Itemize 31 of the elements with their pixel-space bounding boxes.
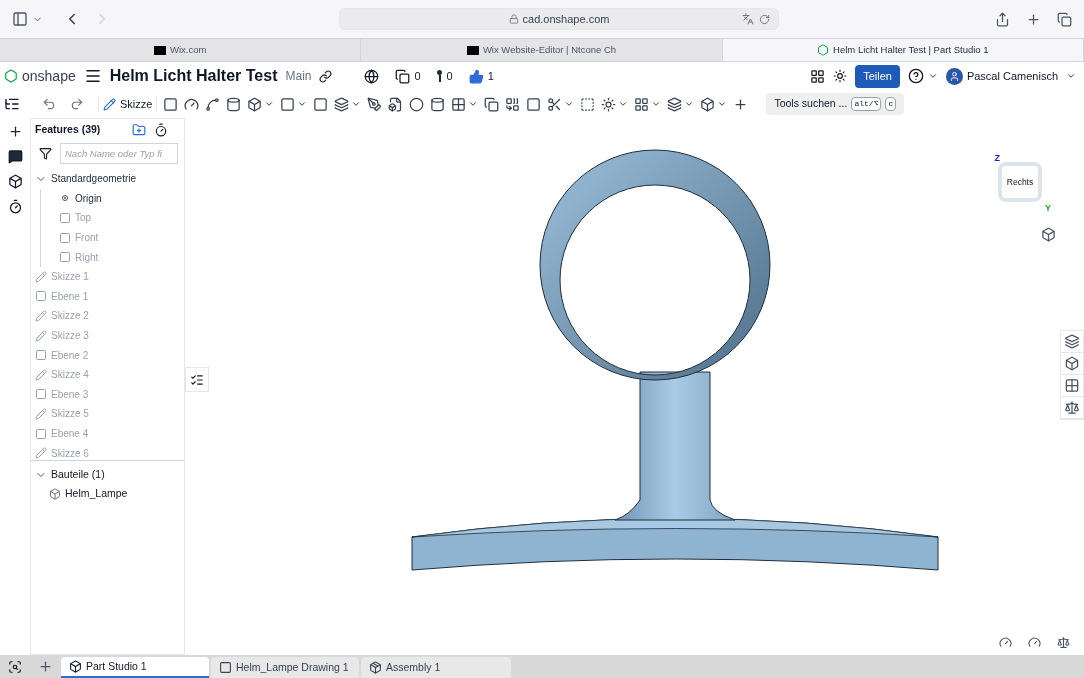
browser-tab[interactable]: Wix Website-Editor | Ntcone Ch xyxy=(361,39,723,61)
user-name[interactable]: Pascal Camenisch xyxy=(966,67,1058,85)
sketch-button[interactable]: Skizze xyxy=(98,95,158,113)
view-cube[interactable]: Rechts xyxy=(998,162,1042,202)
z-axis-label: Z xyxy=(994,152,1000,165)
shortcut-key: alt/⌥ xyxy=(851,97,882,111)
app-logo[interactable]: onshape xyxy=(22,65,76,87)
document-tab[interactable]: Part Studio 1 xyxy=(61,657,209,678)
document-tab[interactable]: Assembly 1 xyxy=(361,657,511,678)
view-face-label: Rechts xyxy=(1006,175,1034,189)
feature-item[interactable]: Origin xyxy=(75,190,102,206)
tool-search-field[interactable]: Tools suchen ... alt/⌥ c xyxy=(766,93,905,115)
document-tab[interactable]: Helm_Lampe Drawing 1 xyxy=(211,657,359,678)
part-item[interactable]: Helm_Lampe xyxy=(65,485,128,502)
branch-label[interactable]: Main xyxy=(285,67,312,85)
filter-field[interactable]: Nach Name oder Typ fi xyxy=(60,142,178,164)
tool-search-label: Tools suchen ... xyxy=(774,96,848,112)
browser-tab[interactable]: Helm Licht Halter Test | Part Studio 1 xyxy=(722,39,1084,61)
shortcut-key: c xyxy=(885,97,897,111)
count-label[interactable]: 0 xyxy=(446,67,453,85)
url-text: cad.onshape.com xyxy=(522,11,610,27)
features-title: Features (39) xyxy=(35,122,101,138)
count-label[interactable]: 0 xyxy=(414,67,421,85)
y-axis-label: Y xyxy=(1045,202,1051,215)
browser-tab[interactable]: Wix.com xyxy=(0,39,362,61)
share-button[interactable]: Teilen xyxy=(855,64,900,88)
feature-item[interactable]: Standardgeometrie xyxy=(51,171,137,187)
count-label[interactable]: 1 xyxy=(487,67,494,85)
address-bar[interactable]: cad.onshape.com xyxy=(339,8,779,30)
parts-header[interactable]: Bauteile (1) xyxy=(51,466,105,483)
document-title[interactable]: Helm Licht Halter Test xyxy=(109,64,278,88)
